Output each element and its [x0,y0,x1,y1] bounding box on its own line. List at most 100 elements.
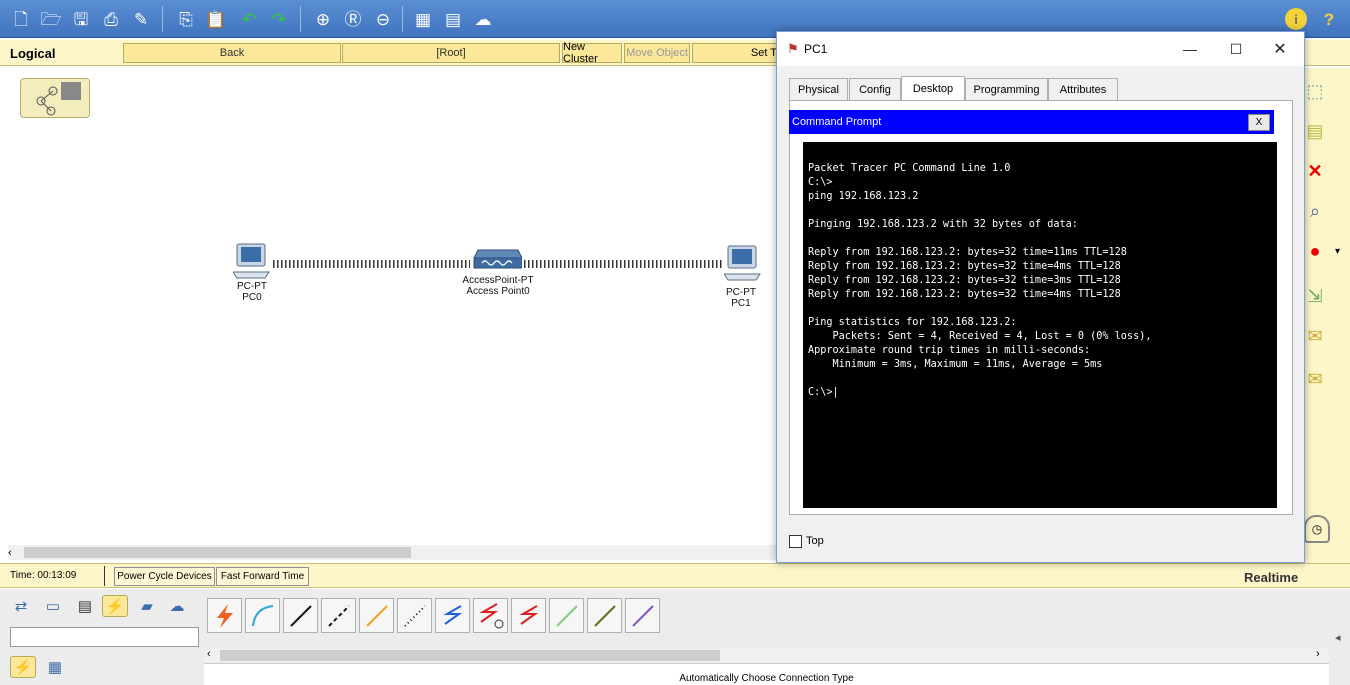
help-icon[interactable]: ? [1318,8,1340,30]
fast-forward-button[interactable]: Fast Forward Time [216,567,309,586]
access-point-icon[interactable] [472,248,523,270]
components-icon[interactable]: ▤ [72,595,98,617]
cloud-icon[interactable]: ☁ [472,8,494,30]
zoom-out-icon[interactable]: ⊖ [372,8,394,30]
pc1-label: PC-PT PC1 [696,287,786,309]
zoom-reset-icon[interactable]: Ⓡ [342,8,364,30]
serial-dce-icon[interactable] [473,598,508,633]
terminal-line: Reply from 192.168.123.2: bytes=32 time=… [808,247,1127,258]
tab-programming[interactable]: Programming [965,78,1048,100]
zoom-in-icon[interactable]: ⊕ [312,8,334,30]
connections-subcategory-icon[interactable]: ⚡ [10,656,36,678]
print-icon[interactable]: ⎙ [100,8,122,30]
top-checkbox-label: Top [806,535,824,547]
terminal-line: Minimum = 3ms, Maximum = 11ms, Average =… [808,359,1103,370]
top-checkbox[interactable] [789,535,802,548]
network-devices-icon[interactable]: ⇄ [8,595,34,617]
minimize-icon[interactable]: — [1178,38,1202,60]
realtime-mode-label[interactable]: Realtime [1244,570,1298,585]
serial-dte-icon[interactable] [511,598,546,633]
grid-icon[interactable]: ▦ [42,656,68,678]
back-button[interactable]: Back [123,43,341,63]
terminal-line: C:\> [808,177,833,188]
info-icon[interactable]: i [1285,8,1307,30]
power-cycle-button[interactable]: Power Cycle Devices [114,567,215,586]
access-point-name: Access Point0 [466,286,530,297]
connections-icon[interactable]: ⚡ [102,595,128,617]
iot-custom-cable-icon[interactable] [587,598,622,633]
wireless-link-pc1 [524,260,724,268]
status-divider [104,566,105,586]
paste-icon[interactable]: 📋 [205,8,227,30]
add-complex-pdu-icon[interactable]: ✉ [1304,368,1326,390]
status-bar: Time: 00:13:09 Power Cycle Devices Fast … [0,563,1350,588]
move-object-button[interactable]: Move Object [624,43,690,63]
new-cluster-button[interactable]: New Cluster [562,41,622,65]
inspect-tool-icon[interactable]: ⌕ [1304,200,1326,222]
octal-cable-icon[interactable] [549,598,584,633]
copper-cross-over-icon[interactable] [321,598,356,633]
connection-h-scrollbar[interactable]: ‹ › [204,648,1329,662]
realtime-clock-icon[interactable]: ◷ [1304,515,1330,543]
shape-dropdown-icon[interactable]: ▾ [1335,246,1340,257]
multiuser-icon[interactable]: ☁ [164,595,190,617]
scroll-left-icon[interactable]: ‹ [207,648,211,660]
terminal-output[interactable]: Packet Tracer PC Command Line 1.0 C:\> pin… [803,142,1277,508]
tab-attributes[interactable]: Attributes [1048,78,1118,100]
coaxial-cable-icon[interactable] [435,598,470,633]
pc1-computer-icon[interactable] [723,244,762,282]
workspace-h-scrollbar[interactable]: ‹ [8,545,778,560]
fiber-icon[interactable] [359,598,394,633]
misc-devices-icon[interactable]: ▰ [134,595,160,617]
copy-icon[interactable]: ⎘ [175,8,197,30]
end-devices-icon[interactable]: ▭ [40,595,66,617]
resize-tool-icon[interactable]: ⇲ [1304,285,1326,307]
time-display: Time: 00:13:09 [10,570,77,581]
close-icon[interactable]: ✕ [1268,38,1292,60]
maximize-icon[interactable]: ☐ [1224,38,1248,60]
root-breadcrumb[interactable]: [Root] [342,43,560,63]
pc0-computer-icon[interactable] [232,242,271,280]
logical-workspace[interactable]: PC-PT PC0 AccessPoint-PT Access Point0 P… [8,68,783,546]
usb-cable-icon[interactable] [625,598,660,633]
scroll-thumb[interactable] [220,650,720,661]
add-simple-pdu-icon[interactable]: ✉ [1304,325,1326,347]
pc1-titlebar[interactable]: ⚑ PC1 — ☐ ✕ [777,32,1304,66]
copper-straight-through-icon[interactable] [283,598,318,633]
redo-icon[interactable]: ↷ [268,8,290,30]
viewport-icon[interactable] [20,78,90,118]
delete-tool-icon[interactable]: ✕ [1304,160,1326,182]
scroll-thumb[interactable] [24,547,411,558]
select-tool-icon[interactable]: ⬚ [1304,80,1326,102]
tab-config[interactable]: Config [849,78,901,100]
panel-collapse-icon[interactable]: ◂ [1335,631,1341,644]
draw-shape-tool-icon[interactable]: ● [1304,240,1326,262]
palette-icon[interactable]: ▦ [412,8,434,30]
new-file-icon[interactable]: 🗋 [10,8,32,30]
note-tool-icon[interactable]: ▤ [1304,120,1326,142]
logical-tab[interactable]: Logical [10,46,56,61]
custom-device-icon[interactable]: ▤ [442,8,464,30]
activity-wizard-icon[interactable]: ✎ [130,8,152,30]
connection-type-label: Automatically Choose Connection Type [204,663,1329,685]
scroll-left-icon[interactable]: ‹ [8,547,12,559]
tab-desktop[interactable]: Desktop [901,76,965,101]
set-tiled-background-button[interactable]: Set Ti [692,43,782,63]
pc1-name: PC1 [731,298,751,309]
toolbar-separator [300,6,301,32]
open-folder-icon[interactable]: 🗁 [40,8,62,30]
terminal-line: Packet Tracer PC Command Line 1.0 [808,163,1011,174]
tab-physical[interactable]: Physical [789,78,848,100]
auto-connection-icon[interactable] [207,598,242,633]
phone-cable-icon[interactable] [397,598,432,633]
pc1-type: PC-PT [726,287,756,298]
undo-icon[interactable]: ↶ [238,8,260,30]
terminal-line: Reply from 192.168.123.2: bytes=32 time=… [808,289,1121,300]
scroll-right-icon[interactable]: › [1316,648,1320,660]
console-cable-icon[interactable] [245,598,280,633]
command-prompt-close-button[interactable]: X [1248,114,1270,131]
save-icon[interactable]: 🖫 [70,8,92,30]
device-search-input[interactable] [10,627,199,647]
